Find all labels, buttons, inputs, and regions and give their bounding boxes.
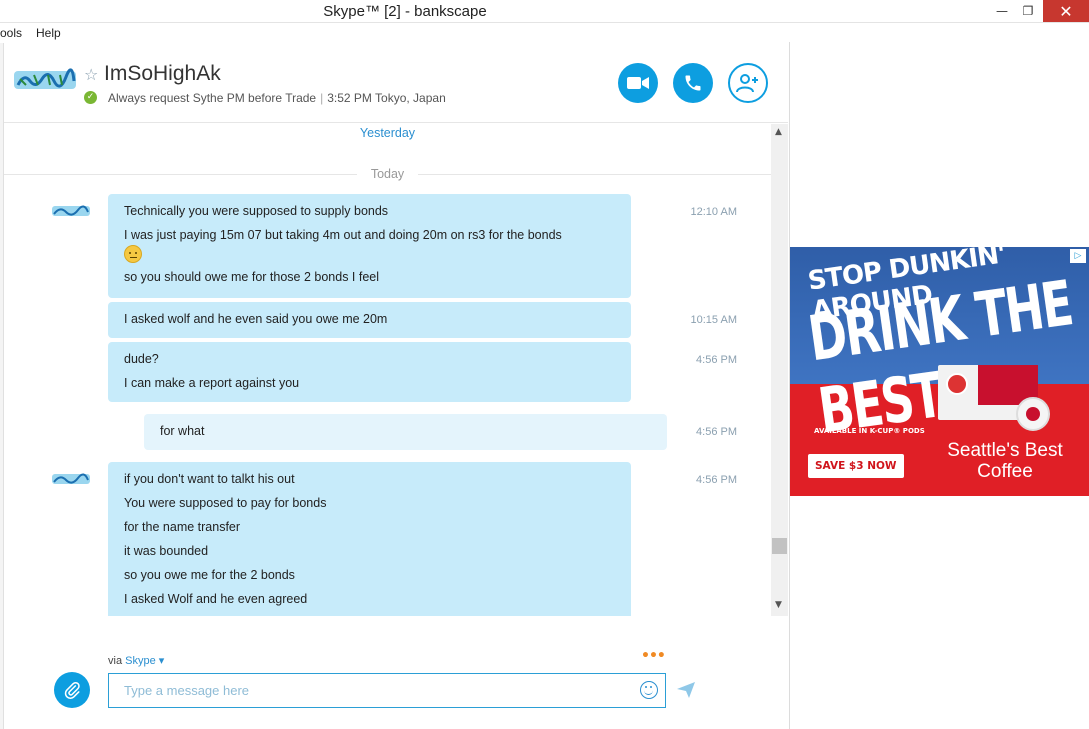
video-call-button[interactable] bbox=[618, 63, 658, 103]
contact-avatar-small[interactable] bbox=[52, 472, 90, 486]
contact-avatar[interactable] bbox=[14, 67, 76, 93]
message-bubble[interactable]: I asked wolf and he even said you owe me… bbox=[108, 302, 631, 338]
conversation-header: ☆ ImSoHighAk ✓ Always request Sythe PM b… bbox=[4, 43, 788, 123]
local-time: 3:52 PM Tokyo, Japan bbox=[327, 91, 446, 105]
add-contact-icon bbox=[736, 74, 758, 93]
online-status-icon: ✓ bbox=[84, 91, 97, 104]
contact-status-line: Always request Sythe PM before Trade | 3:5… bbox=[108, 91, 446, 105]
message-text: I can make a report against you bbox=[124, 376, 300, 390]
mood-message: Always request Sythe PM before Trade bbox=[108, 91, 317, 105]
chat-scrollbar[interactable]: ▲ ▼ bbox=[771, 124, 788, 616]
audio-call-button[interactable] bbox=[673, 63, 713, 103]
message-text: for what bbox=[160, 424, 205, 438]
window-title: Skype™ [2] - bankscape bbox=[323, 3, 487, 20]
window-titlebar: Skype™ [2] - bankscape — ❐ ✕ bbox=[0, 0, 1089, 23]
ad-availability: AVAILABLE IN K-CUP® PODS bbox=[814, 427, 925, 435]
message-timestamp: 4:56 PM bbox=[696, 426, 737, 438]
phone-call-icon bbox=[685, 75, 701, 91]
menu-tools[interactable]: ools bbox=[0, 26, 22, 40]
message-timestamp: 12:10 AM bbox=[690, 206, 737, 218]
chevron-down-icon[interactable]: ▾ bbox=[159, 655, 165, 667]
message-input[interactable] bbox=[108, 673, 666, 708]
menu-help[interactable]: Help bbox=[36, 26, 61, 40]
message-bubble[interactable]: Technically you were supposed to supply … bbox=[108, 194, 631, 298]
scrollbar-thumb[interactable] bbox=[772, 538, 787, 554]
favorite-star-icon[interactable]: ☆ bbox=[84, 65, 98, 84]
message-text: so you owe me for the 2 bonds bbox=[124, 568, 295, 582]
message-text: for the name transfer bbox=[124, 520, 241, 534]
ad-brand-line-1: Seattle's Best bbox=[947, 440, 1063, 461]
message-text: if you don't want to talkt his out bbox=[124, 472, 295, 486]
ad-brand-line-2: Coffee bbox=[977, 461, 1033, 482]
message-timestamp: 4:56 PM bbox=[696, 354, 737, 366]
advertisement-banner[interactable]: ▷ STOP DUNKIN' AROUND DRINK THE BEST AVA… bbox=[790, 247, 1089, 496]
restore-button[interactable]: ❐ bbox=[1011, 0, 1045, 22]
scroll-up-arrow-icon[interactable]: ▲ bbox=[775, 127, 782, 137]
send-icon[interactable] bbox=[677, 682, 695, 698]
contact-name[interactable]: ImSoHighAk bbox=[104, 62, 221, 86]
message-timestamp: 10:15 AM bbox=[690, 314, 737, 326]
today-label: Today bbox=[356, 167, 419, 181]
message-text: so you should owe me for those 2 bonds I… bbox=[124, 270, 380, 284]
message-text: You were supposed to pay for bonds bbox=[124, 496, 327, 510]
video-call-icon bbox=[627, 77, 649, 89]
separator: | bbox=[320, 91, 324, 105]
message-text: I asked Wolf and he even agreed bbox=[124, 592, 308, 606]
k-cup-pod-image bbox=[1016, 397, 1050, 431]
message-bubble[interactable]: dude? I can make a report against you bbox=[108, 342, 631, 402]
send-via-selector[interactable]: via Skype ▾ bbox=[108, 654, 164, 667]
day-divider-yesterday: Yesterday bbox=[359, 126, 416, 140]
via-label: via bbox=[108, 655, 123, 667]
message-text: Technically you were supposed to supply … bbox=[124, 204, 389, 218]
attach-icon bbox=[64, 681, 80, 699]
emoticon-icon[interactable] bbox=[640, 681, 658, 699]
scroll-down-arrow-icon[interactable]: ▼ bbox=[775, 600, 782, 610]
ad-brand: Seattle's Best Coffee bbox=[930, 440, 1080, 482]
message-timestamp: 4:56 PM bbox=[696, 474, 737, 486]
attach-button[interactable] bbox=[54, 672, 90, 708]
add-participant-button[interactable] bbox=[728, 63, 768, 103]
neutral-face-emoticon-icon bbox=[124, 245, 142, 263]
message-history[interactable]: Yesterday Today Technically you were sup… bbox=[4, 124, 771, 616]
message-text: I was just paying 15m 07 but taking 4m o… bbox=[124, 228, 562, 242]
ad-cta-button[interactable]: SAVE $3 NOW bbox=[808, 454, 904, 478]
message-text: it was bounded bbox=[124, 544, 209, 558]
typing-indicator-icon: ••• bbox=[641, 648, 666, 664]
contact-avatar-small[interactable] bbox=[52, 204, 90, 218]
message-bubble[interactable]: if you don't want to talkt his out You w… bbox=[108, 462, 631, 616]
via-service[interactable]: Skype bbox=[125, 655, 156, 667]
close-button[interactable]: ✕ bbox=[1043, 0, 1089, 22]
message-emoticon bbox=[124, 245, 615, 265]
message-text: I asked wolf and he even said you owe me… bbox=[124, 312, 388, 326]
message-bubble-sent[interactable]: for what bbox=[144, 414, 667, 450]
message-text: dude? bbox=[124, 352, 159, 366]
day-divider-today: Today bbox=[4, 167, 771, 181]
menu-bar: ools Help bbox=[0, 23, 790, 43]
